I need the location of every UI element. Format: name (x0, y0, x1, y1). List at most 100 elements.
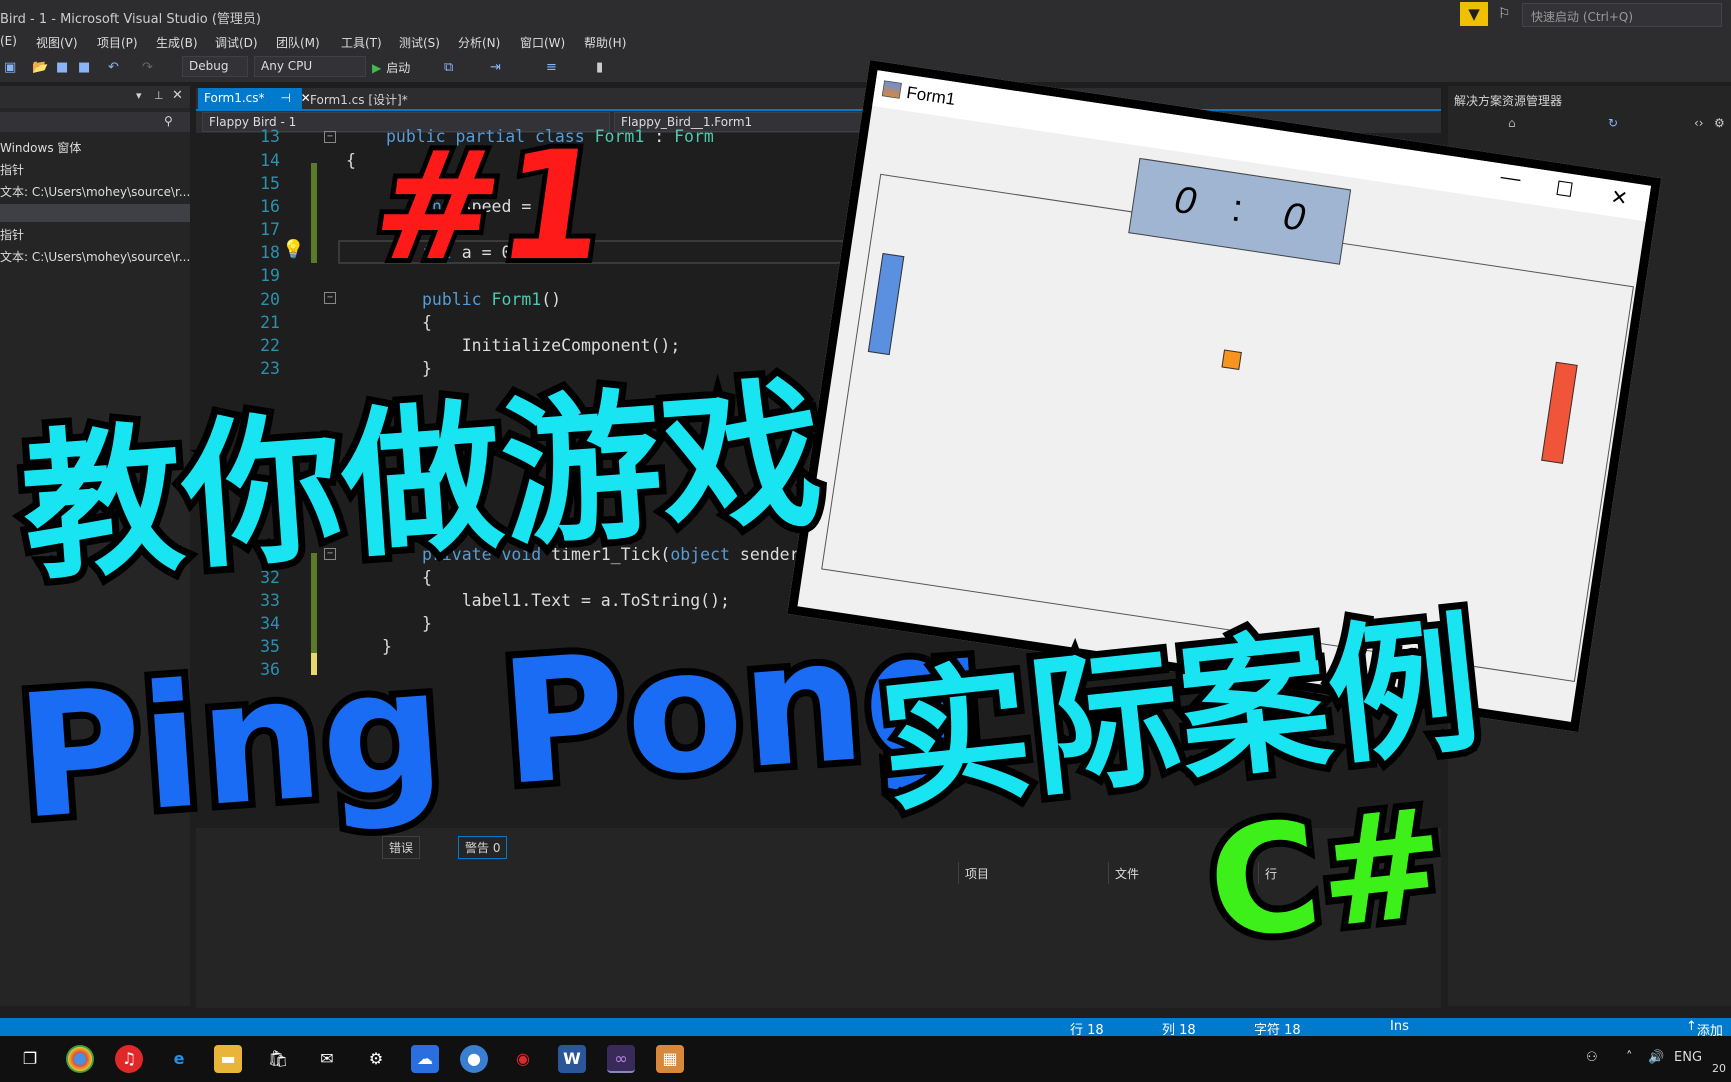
store-icon[interactable]: 🛍 (264, 1045, 292, 1073)
task-view-icon[interactable]: ❐ (16, 1045, 44, 1073)
toolbox-item-text[interactable]: 文本: C:\Users\mohey\source\r... (0, 183, 190, 200)
menu-view[interactable]: 视图(V) (36, 34, 78, 51)
config-select[interactable]: Debug (182, 56, 248, 77)
menu-help[interactable]: 帮助(H) (584, 34, 626, 51)
record-icon[interactable]: ◉ (509, 1045, 537, 1073)
column-project[interactable]: 项目 (958, 862, 1108, 884)
tray-chevron-icon[interactable]: ˄ (1626, 1050, 1633, 1065)
status-add-source[interactable]: ↑ 添加 (1686, 1019, 1723, 1039)
play-icon: ▶ (372, 61, 382, 75)
line-number: 19 (260, 266, 280, 285)
toolbox-header: ▾ ⊥ ✕ (0, 86, 190, 108)
menu-tools[interactable]: 工具(T) (341, 34, 382, 51)
score-separator: : (1228, 187, 1246, 231)
refresh-icon[interactable]: ↻ (1608, 116, 1618, 130)
start-button[interactable]: ▶ 启动 (372, 59, 410, 76)
chrome-icon[interactable] (66, 1045, 94, 1073)
episode-number: #1 (358, 115, 623, 299)
lightbulb-icon[interactable]: 💡 (282, 239, 304, 260)
menu-bar: (E) 视图(V) 项目(P) 生成(B) 调试(D) 团队(M) 工具(T) … (0, 32, 1731, 52)
feedback-icon[interactable]: ⚐ (1498, 6, 1511, 22)
netease-music-icon[interactable]: ♫ (115, 1045, 143, 1073)
edge-icon[interactable]: e (165, 1045, 193, 1073)
quick-launch-input[interactable]: 快速启动 (Ctrl+Q) (1522, 3, 1722, 27)
collapse-icon[interactable]: − (324, 292, 336, 304)
dropdown-icon[interactable]: ▾ (136, 89, 142, 102)
errors-filter-button[interactable]: 错误 (382, 836, 421, 859)
app-icon (881, 80, 902, 99)
open-icon[interactable]: 📂 (32, 60, 48, 75)
volume-icon[interactable]: 🔊 (1648, 1050, 1664, 1065)
new-project-icon[interactable]: ▣ (4, 60, 16, 75)
comment-icon[interactable]: ≡ (546, 60, 557, 75)
status-bar: 行 18 列 18 字符 18 Ins ↑ 添加 (0, 1018, 1731, 1039)
undo-icon[interactable]: ↶ (108, 60, 119, 75)
step-icon[interactable]: ⇥ (490, 60, 501, 75)
code-view-icon[interactable]: ‹› (1694, 116, 1704, 130)
warnings-filter-button[interactable]: 警告 0 (458, 836, 508, 859)
close-icon[interactable]: ✕ (172, 88, 183, 103)
filter-icon[interactable]: ▼ (1460, 2, 1488, 26)
save-all-icon[interactable]: ■ (78, 60, 90, 75)
mail-icon[interactable]: ✉ (313, 1045, 341, 1073)
title-bar: Bird - 1 - Microsoft Visual Studio (管理员)… (0, 0, 1731, 32)
status-insert-mode: Ins (1390, 1019, 1409, 1034)
menu-window[interactable]: 窗口(W) (520, 34, 565, 51)
minimize-icon[interactable]: — (1499, 166, 1522, 192)
line-number: 21 (260, 313, 280, 332)
toolbox-item-text[interactable]: 文本: C:\Users\mohey\source\r... (0, 248, 190, 265)
maximize-icon[interactable]: ☐ (1554, 176, 1575, 203)
menu-project[interactable]: 项目(P) (97, 34, 138, 51)
ball (1221, 349, 1242, 370)
pin-icon[interactable]: ⊥ (154, 89, 164, 102)
input-language[interactable]: ENG (1674, 1050, 1702, 1065)
line-number: 17 (260, 220, 280, 239)
toolbox-item-pointer[interactable]: 指针 (0, 161, 24, 178)
tab-form1-designer[interactable]: Form1.cs [设计]* (304, 88, 414, 110)
taskbar: ❐ ♫ e ▬ 🛍 ✉ ⚙ ☁ ● ◉ W ∞ ▦ ⚇ ˄ 🔊 ENG 20 (0, 1036, 1731, 1082)
line-number: 18 (260, 243, 280, 262)
close-icon[interactable]: ✕ (1609, 184, 1629, 211)
collapse-icon[interactable]: − (324, 131, 336, 143)
document-tabs: Form1.cs* ⊣ ✕ Form1.cs [设计]* (196, 88, 1441, 110)
form1-app-icon[interactable]: ▦ (656, 1045, 684, 1073)
settings-gear-icon[interactable]: ⚙ (362, 1045, 390, 1073)
menu-team[interactable]: 团队(M) (276, 34, 320, 51)
visual-studio-icon[interactable]: ∞ (607, 1045, 635, 1073)
toolbox-selected-row[interactable] (0, 204, 190, 222)
menu-test[interactable]: 测试(S) (399, 34, 440, 51)
platform-select[interactable]: Any CPU (254, 56, 366, 77)
home-icon[interactable]: ⌂ (1508, 116, 1516, 130)
toolbox-item-pointer[interactable]: 指针 (0, 226, 24, 243)
tab-form1-cs[interactable]: Form1.cs* ⊣ ✕ (198, 88, 311, 110)
bookmark-icon[interactable]: ▮ (596, 60, 603, 75)
word-icon[interactable]: W (558, 1045, 586, 1073)
toolbox-group-windows-forms[interactable]: Windows 窗体 (0, 139, 81, 156)
pin-icon[interactable]: ⊣ (280, 91, 290, 105)
save-icon[interactable]: ■ (56, 60, 68, 75)
line-number: 14 (260, 151, 280, 170)
search-icon: ⚲ (164, 114, 173, 128)
start-label: 启动 (386, 61, 411, 75)
menu-debug[interactable]: 调试(D) (215, 34, 258, 51)
form1-title: Form1 (905, 82, 957, 109)
score-right: 0 (1280, 195, 1308, 240)
change-marker (311, 163, 317, 263)
line-number: 34 (260, 614, 280, 633)
browser-link-icon[interactable]: ⧉ (444, 60, 453, 75)
qq-icon[interactable]: ● (460, 1045, 488, 1073)
clock-date[interactable]: 20 (1712, 1062, 1726, 1075)
baidu-netdisk-icon[interactable]: ☁ (411, 1045, 439, 1073)
window-title: Bird - 1 - Microsoft Visual Studio (管理员) (0, 12, 261, 27)
redo-icon[interactable]: ↷ (142, 60, 153, 75)
wrench-icon[interactable]: ⚙ (1714, 116, 1725, 130)
menu-analyze[interactable]: 分析(N) (458, 34, 500, 51)
menu-build[interactable]: 生成(B) (156, 34, 198, 51)
line-number: 16 (260, 197, 280, 216)
people-icon[interactable]: ⚇ (1586, 1050, 1598, 1065)
code-line: label1.Text = a.ToString(); (422, 591, 730, 610)
toolbox-search-input[interactable]: ⚲ (0, 112, 190, 132)
file-explorer-icon[interactable]: ▬ (214, 1045, 242, 1073)
menu-edit[interactable]: (E) (0, 34, 17, 48)
line-number: 20 (260, 290, 280, 309)
